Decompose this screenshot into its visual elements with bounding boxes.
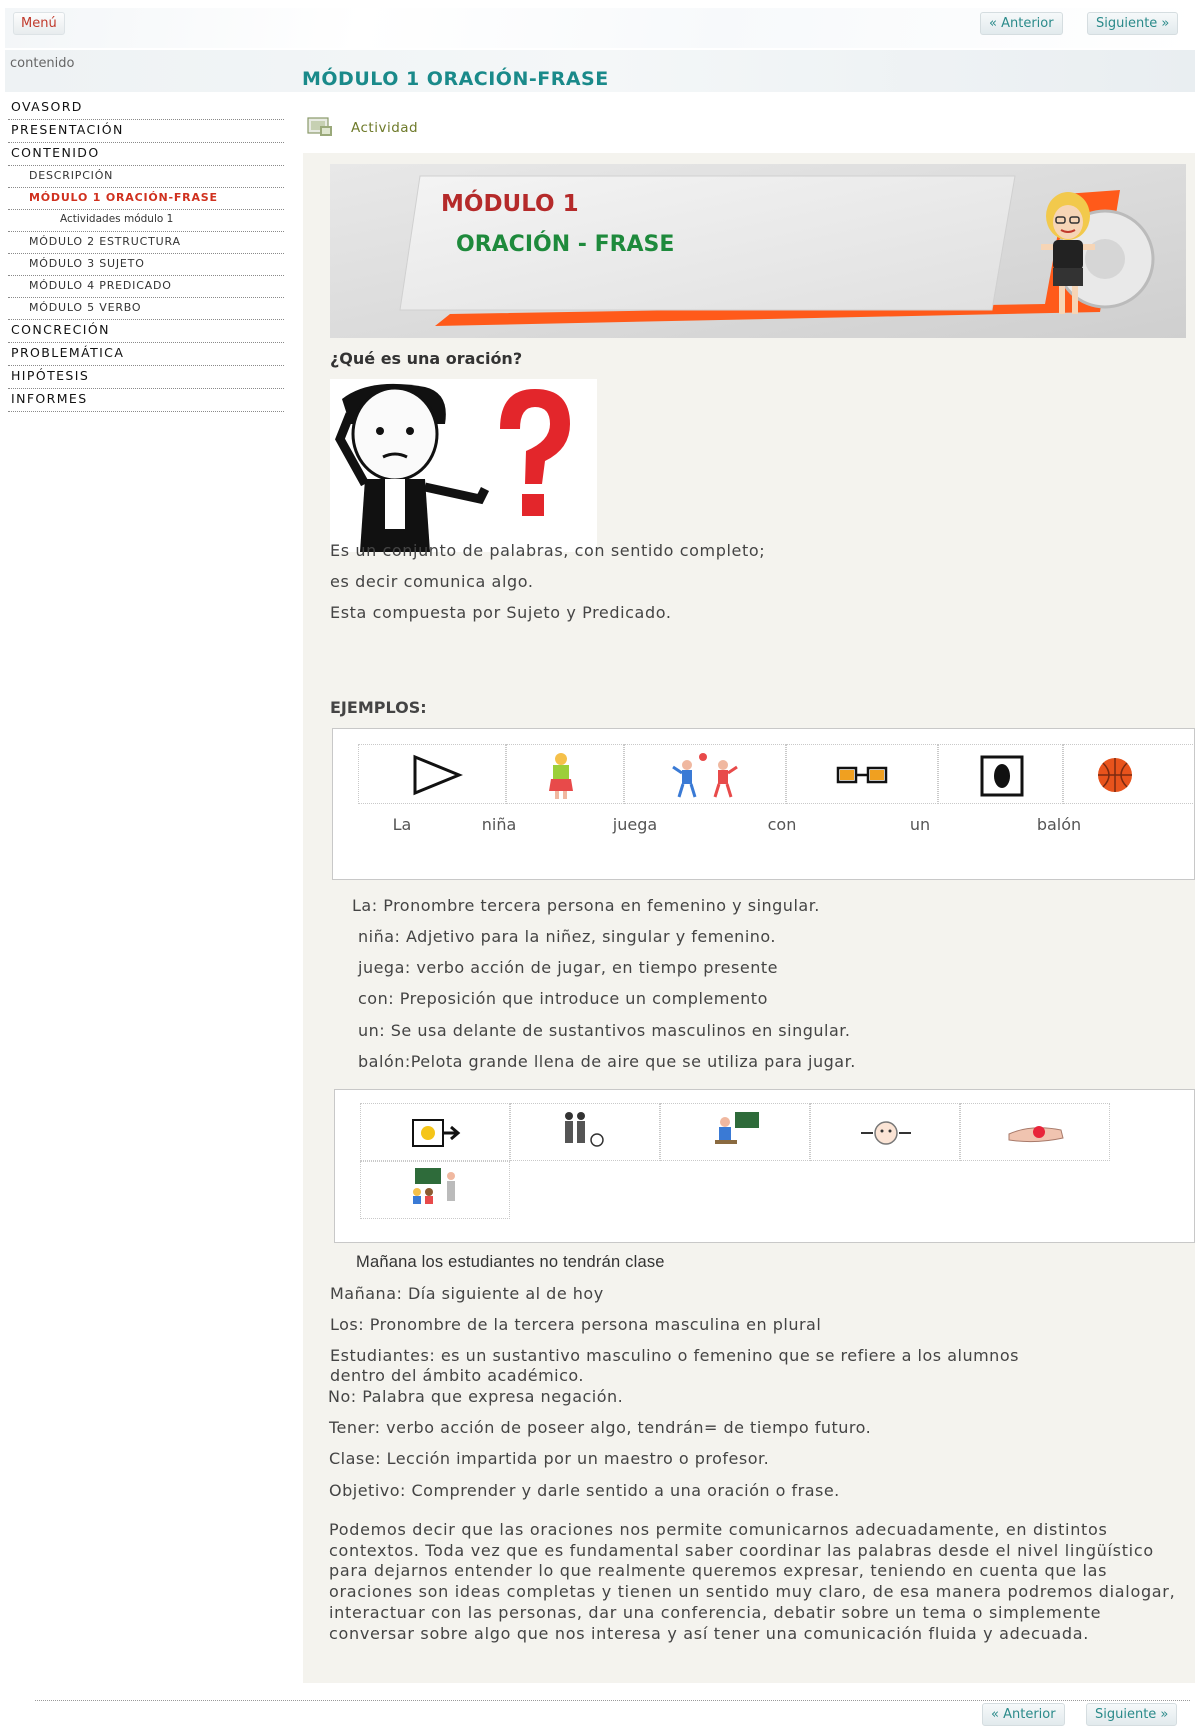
- activity-icon: [307, 117, 332, 136]
- students-icon: [565, 1112, 604, 1147]
- pictogram-cell: [510, 1103, 660, 1161]
- sidebar-item-modulo-1-oracion-frase[interactable]: MÓDULO 1 ORACIÓN-FRASE: [8, 188, 284, 210]
- sidebar-item-modulo-5-verbo[interactable]: MÓDULO 5 VERBO: [8, 298, 284, 320]
- pictogram-cell: [360, 1103, 510, 1161]
- sidebar-item-modulo-4-predicado[interactable]: MÓDULO 4 PREDICADO: [8, 276, 284, 298]
- link-icon: [836, 766, 888, 784]
- previous-button[interactable]: « Anterior: [980, 12, 1063, 35]
- top-navigation-bar: Menú « Anterior Siguiente »: [5, 8, 1195, 48]
- sidebar-item-hipotesis[interactable]: HIPÓTESIS: [8, 366, 284, 389]
- sidebar-item-ovasord[interactable]: OVASORD: [8, 97, 284, 120]
- section-label: contenido: [10, 56, 75, 71]
- example-1-note: La: Pronombre tercera persona en femenin…: [352, 896, 820, 915]
- example-1-note: juega: verbo acción de jugar, en tiempo …: [358, 958, 778, 977]
- sidebar-item-descripcion[interactable]: DESCRIPCIÓN: [8, 166, 284, 188]
- example-2-note: dentro del ámbito académico.: [330, 1366, 585, 1385]
- word-label-con: con: [767, 815, 797, 834]
- word-label-juega: juega: [612, 815, 658, 834]
- pictogram-cell: [810, 1103, 960, 1161]
- example-1-note: niña: Adjetivo para la niñez, singular y…: [358, 927, 776, 946]
- example-2-note: Los: Pronombre de la tercera persona mas…: [330, 1315, 822, 1334]
- pictogram-cell: [624, 744, 786, 804]
- class-icon: [413, 1168, 455, 1204]
- hand-have-icon: [1008, 1126, 1064, 1143]
- example-1-note: balón:Pelota grande llena de aire que se…: [358, 1052, 856, 1071]
- triangle-arrow-icon: [413, 754, 463, 796]
- pictogram-cell: [1063, 744, 1195, 804]
- pictogram-cell: [506, 744, 624, 804]
- sidebar-item-presentacion[interactable]: PRESENTACIÓN: [8, 120, 284, 143]
- word-label-balon: balón: [1036, 815, 1082, 834]
- example-2-sentence: Mañana los estudiantes no tendrán clase: [356, 1253, 665, 1271]
- pictogram-cell: [360, 1161, 510, 1219]
- sidebar-item-informes[interactable]: INFORMES: [8, 389, 284, 412]
- examples-heading: EJEMPLOS:: [330, 698, 427, 717]
- previous-button-bottom[interactable]: « Anterior: [982, 1703, 1065, 1726]
- next-button-bottom[interactable]: Siguiente »: [1086, 1703, 1178, 1726]
- banner-subtitle: ORACIÓN - FRASE: [456, 232, 675, 257]
- example-2-note: Mañana: Día siguiente al de hoy: [330, 1284, 604, 1303]
- content-panel: MÓDULO 1 ORACIÓN - FRASE ¿Qué es una ora…: [303, 153, 1195, 1683]
- page-title: MÓDULO 1 ORACIÓN-FRASE: [302, 68, 609, 90]
- next-button[interactable]: Siguiente »: [1087, 12, 1179, 35]
- pictogram-cell: [660, 1103, 810, 1161]
- example-2-note: Objetivo: Comprender y darle sentido a u…: [329, 1481, 840, 1500]
- definition-line-2: es decir comunica algo.: [330, 572, 534, 591]
- girl-icon: [549, 753, 573, 799]
- sidebar-item-contenido[interactable]: CONTENIDO: [8, 143, 284, 166]
- pictogram-cell: [358, 744, 506, 804]
- pictogram-cell: [786, 744, 938, 804]
- sidebar-item-modulo-3-sujeto[interactable]: MÓDULO 3 SUJETO: [8, 254, 284, 276]
- sidebar-item-concrecion[interactable]: CONCRECIÓN: [8, 320, 284, 343]
- no-face-icon: [861, 1121, 911, 1145]
- thinking-person-image: [330, 379, 597, 552]
- definition-line-3: Esta compuesta por Sujeto y Predicado.: [330, 603, 672, 622]
- example-2-note: Estudiantes: es un sustantivo masculino …: [330, 1346, 1019, 1365]
- module-banner: MÓDULO 1 ORACIÓN - FRASE: [330, 164, 1186, 338]
- sidebar-item-actividades-modulo-1[interactable]: Actividades módulo 1: [8, 210, 284, 232]
- example-1-note: un: Se usa delante de sustantivos mascul…: [358, 1021, 851, 1040]
- basketball-icon: [1098, 758, 1132, 792]
- word-label-un: un: [909, 815, 931, 834]
- sidebar-item-modulo-2-estructura[interactable]: MÓDULO 2 ESTRUCTURA: [8, 232, 284, 254]
- example-2-note: Clase: Lección impartida por un maestro …: [329, 1449, 770, 1468]
- example-2-pictogram-box: [334, 1089, 1195, 1243]
- tomorrow-sun-icon: [412, 1119, 461, 1147]
- pictogram-cell: [938, 744, 1063, 804]
- activity-label: Actividad: [351, 120, 419, 136]
- example-2-note: Tener: verbo acción de poseer algo, tend…: [329, 1418, 872, 1437]
- pictogram-cell: [960, 1103, 1110, 1161]
- thinking-person-icon: [335, 383, 570, 552]
- footer-divider: [35, 1700, 1190, 1701]
- menu-button[interactable]: Menú: [13, 12, 65, 35]
- teacher-board-icon: [715, 1112, 759, 1144]
- oval-frame-icon: [980, 755, 1024, 797]
- word-label-nina: niña: [481, 815, 517, 834]
- sidebar-item-problematica[interactable]: PROBLEMÁTICA: [8, 343, 284, 366]
- definition-line-1: Es un conjunto de palabras, con sentido …: [330, 541, 766, 560]
- sidebar-navigation: OVASORD PRESENTACIÓN CONTENIDO DESCRIPCIÓN M…: [8, 97, 284, 412]
- playing-kids-icon: [672, 753, 738, 798]
- closing-paragraph: Podemos decir que las oraciones nos perm…: [329, 1520, 1176, 1643]
- question-heading: ¿Qué es una oración?: [330, 349, 523, 368]
- banner-title: MÓDULO 1: [441, 191, 579, 217]
- example-2-note: No: Palabra que expresa negación.: [328, 1387, 624, 1406]
- example-1-pictogram-box: La niña juega con un balón: [332, 728, 1195, 880]
- example-1-note: con: Preposición que introduce un comple…: [358, 989, 768, 1008]
